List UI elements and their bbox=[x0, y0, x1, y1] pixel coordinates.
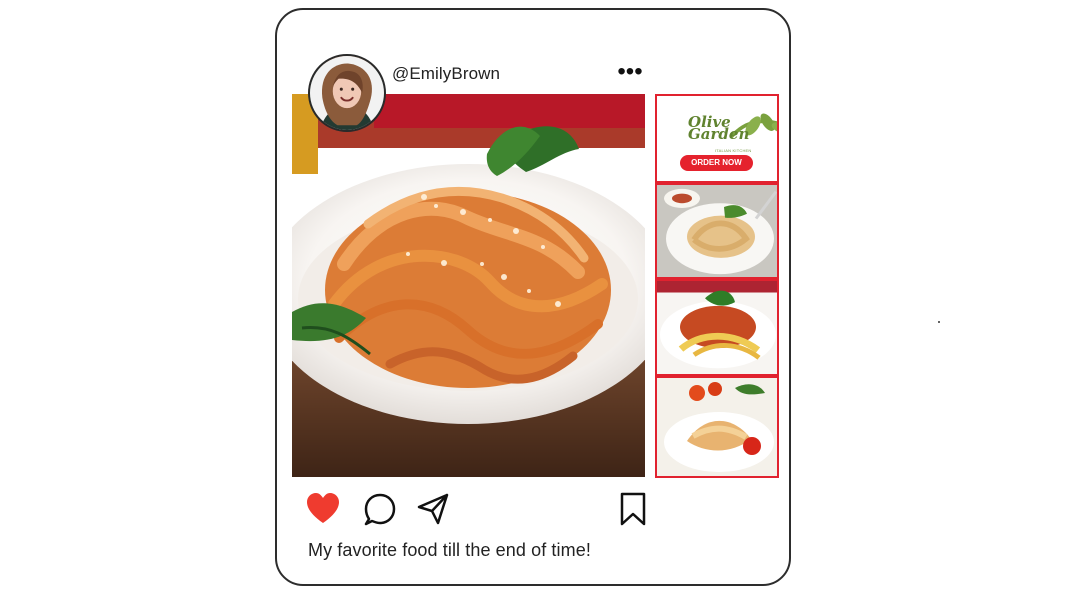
sponsored-ad-column[interactable]: Olive Garden ITALIAN KITCHEN ORDER NOW bbox=[655, 94, 779, 478]
carbonara-photo bbox=[657, 185, 777, 277]
olive-garden-ad[interactable]: Olive Garden ITALIAN KITCHEN ORDER NOW bbox=[657, 96, 777, 185]
pasta-thumbnail-tagliatelle[interactable] bbox=[657, 378, 777, 476]
order-now-button[interactable]: ORDER NOW bbox=[680, 155, 753, 171]
bookmark-icon[interactable] bbox=[616, 492, 650, 526]
more-horizontal-icon[interactable]: ••• bbox=[615, 60, 645, 84]
decorative-dot bbox=[938, 321, 940, 323]
brand-name-line2: Garden bbox=[688, 125, 750, 143]
avatar-illustration bbox=[310, 56, 384, 130]
pasta-thumbnail-bolognese[interactable] bbox=[657, 281, 777, 378]
post-caption: My favorite food till the end of time! bbox=[308, 540, 591, 560]
brand-subtitle: ITALIAN KITCHEN bbox=[715, 148, 752, 153]
send-icon[interactable] bbox=[416, 492, 450, 526]
comment-icon[interactable] bbox=[362, 492, 396, 526]
bolognese-photo bbox=[657, 281, 777, 374]
post-food-photo[interactable] bbox=[292, 94, 645, 477]
tagliatelle-photo bbox=[657, 378, 777, 476]
heart-icon[interactable] bbox=[306, 492, 340, 526]
post-username[interactable]: @EmilyBrown bbox=[392, 64, 500, 84]
post-actions bbox=[306, 492, 648, 526]
profile-avatar[interactable] bbox=[308, 54, 386, 132]
spaghetti-photo bbox=[292, 94, 645, 477]
pasta-thumbnail-carbonara[interactable] bbox=[657, 185, 777, 281]
